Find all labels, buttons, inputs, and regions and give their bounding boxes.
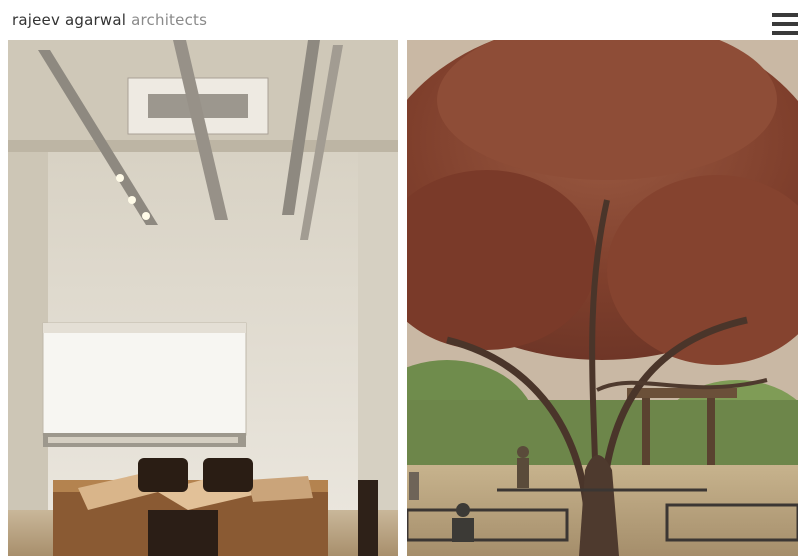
- logo-name: rajeev agarwal: [12, 11, 127, 29]
- menu-bar-top: [772, 13, 798, 17]
- gallery-tile-tree[interactable]: [407, 40, 798, 556]
- gallery-tile-interior[interactable]: [8, 40, 398, 556]
- site-header: rajeev agarwal architects: [0, 0, 800, 40]
- logo-suffix: architects: [126, 11, 208, 29]
- menu-bar-bottom: [772, 31, 798, 35]
- menu-bar-middle: [772, 22, 798, 26]
- tree-courtyard-image: [407, 40, 798, 556]
- hamburger-menu-icon[interactable]: [772, 13, 798, 35]
- gallery-interior-image: [8, 40, 398, 556]
- site-logo[interactable]: rajeev agarwal architects: [12, 11, 207, 29]
